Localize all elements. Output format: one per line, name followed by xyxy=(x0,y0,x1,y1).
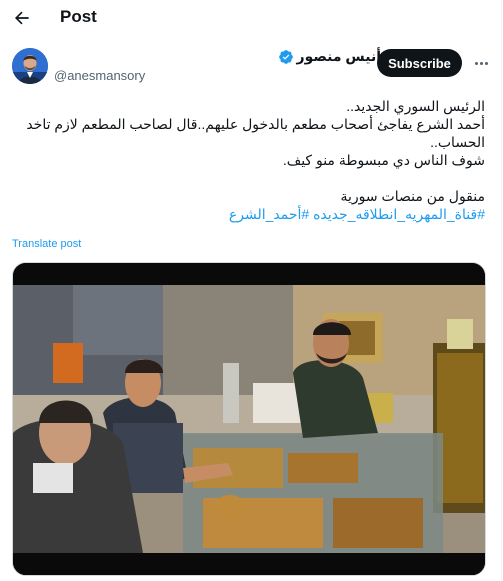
tweet-hashtags[interactable]: #قناة_المهريه_انطلاقه_جديده #أحمد_الشرع xyxy=(15,205,485,223)
more-dot-icon xyxy=(479,61,483,65)
more-options-button[interactable] xyxy=(470,53,492,73)
tweet-text: الرئيس السوري الجديد.. أحمد الشرع يفاجئ … xyxy=(15,97,485,223)
page-title: Post xyxy=(60,7,97,26)
tweet-line: شوف الناس دي مبسوطة منو كيف. xyxy=(282,152,485,168)
tweet-line: الرئيس السوري الجديد.. xyxy=(346,98,485,114)
more-dot-icon xyxy=(474,61,478,65)
arrow-left-icon xyxy=(15,11,29,25)
translate-post-link[interactable]: Translate post xyxy=(12,238,81,250)
tweet-line: أحمد الشرع يفاجئ أصحاب مطعم بالدخول عليه… xyxy=(26,116,485,150)
subscribe-button[interactable]: Subscribe xyxy=(377,49,462,77)
tweet-line: منقول من منصات سورية xyxy=(340,188,485,204)
post-page: Post أنيس منصور @anesmansory Subscribe ا… xyxy=(0,0,502,581)
author-display-name: أنيس منصور xyxy=(296,48,381,64)
back-button[interactable] xyxy=(10,6,34,30)
avatar-image xyxy=(12,48,48,84)
author-handle[interactable]: @anesmansory xyxy=(54,68,145,83)
video-thumbnail[interactable] xyxy=(12,262,486,576)
top-bar: Post xyxy=(0,0,501,36)
more-dot-icon xyxy=(484,61,488,65)
verified-badge-icon xyxy=(278,49,293,64)
avatar[interactable] xyxy=(12,48,48,84)
author-name-row[interactable]: أنيس منصور xyxy=(278,48,381,65)
restaurant-scene-image xyxy=(13,263,485,575)
